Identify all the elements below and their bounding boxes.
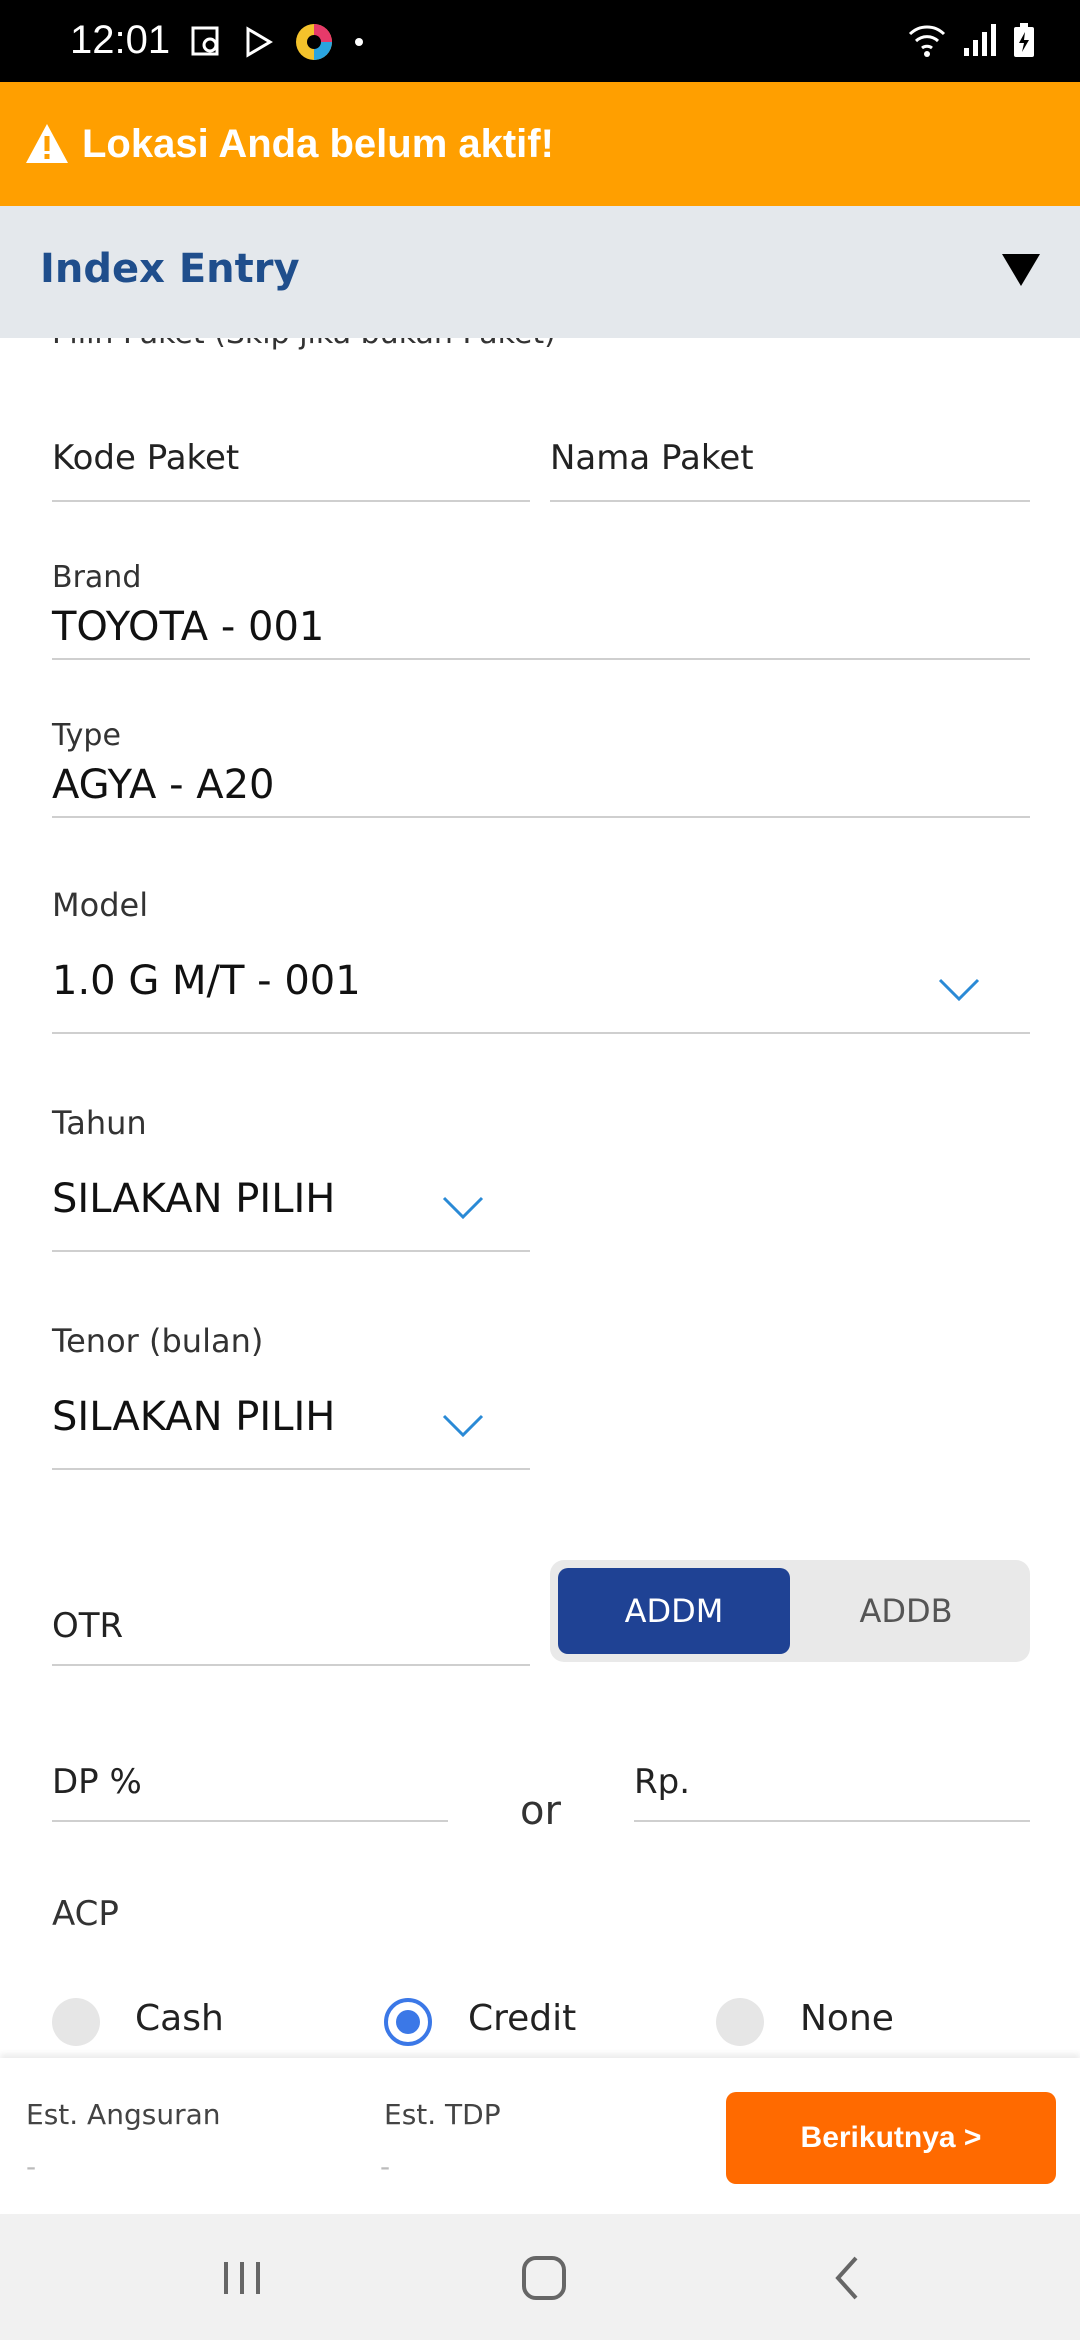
status-time: 12:01 xyxy=(70,18,171,62)
type-value: AGYA - A20 xyxy=(52,762,275,808)
rp-placeholder: Rp. xyxy=(634,1762,691,1802)
addm-option[interactable]: ADDM xyxy=(558,1568,790,1654)
est-tdp-value: - xyxy=(380,2150,391,2183)
acp-cash-label[interactable]: Cash xyxy=(135,1998,224,2039)
tahun-value: SILAKAN PILIH xyxy=(52,1176,336,1222)
next-button[interactable]: Berikutnya > xyxy=(726,2092,1056,2184)
addm-addb-toggle[interactable]: ADDM ADDB xyxy=(550,1560,1030,1662)
location-warning-banner: Lokasi Anda belum aktif! xyxy=(0,82,1080,206)
signal-icon xyxy=(964,24,996,56)
otr-placeholder: OTR xyxy=(52,1606,124,1646)
brand-value: TOYOTA - 001 xyxy=(52,604,325,650)
wifi-icon xyxy=(908,25,946,57)
form-content: Pilih Paket (Skip jika bukan Paket) Kode… xyxy=(0,338,1080,2058)
warning-icon xyxy=(26,124,68,163)
nama-paket-field[interactable]: Nama Paket xyxy=(550,438,1030,502)
acp-cash-radio[interactable] xyxy=(52,1998,100,2046)
kode-paket-field[interactable]: Kode Paket xyxy=(52,438,530,502)
collapse-triangle-icon[interactable] xyxy=(1000,252,1042,288)
model-dropdown[interactable]: 1.0 G M/T - 001 xyxy=(52,948,1030,1034)
model-value: 1.0 G M/T - 001 xyxy=(52,958,361,1004)
status-bar: 12:01 xyxy=(0,0,1080,82)
index-entry-header[interactable]: Index Entry xyxy=(0,206,1080,338)
tenor-value: SILAKAN PILIH xyxy=(52,1394,336,1440)
acp-credit-label[interactable]: Credit xyxy=(468,1998,576,2039)
acp-label: ACP xyxy=(52,1894,119,1934)
est-angsuran-label: Est. Angsuran xyxy=(26,2098,221,2131)
dp-percent-placeholder: DP % xyxy=(52,1762,142,1802)
back-icon[interactable] xyxy=(820,2250,876,2306)
chevron-down-icon xyxy=(442,1196,484,1220)
nama-paket-placeholder: Nama Paket xyxy=(550,438,754,478)
system-nav-bar xyxy=(0,2214,1080,2340)
tenor-dropdown[interactable]: SILAKAN PILIH xyxy=(52,1384,530,1470)
kode-paket-placeholder: Kode Paket xyxy=(52,438,240,478)
type-label: Type xyxy=(52,718,121,753)
chevron-down-icon xyxy=(442,1414,484,1438)
home-icon[interactable] xyxy=(516,2250,572,2306)
summary-bar: Est. Angsuran - Est. TDP - Berikutnya > xyxy=(0,2058,1080,2214)
battery-icon xyxy=(1014,23,1034,57)
brand-field[interactable]: Brand TOYOTA - 001 xyxy=(52,560,1030,660)
est-angsuran-value: - xyxy=(26,2150,37,2183)
dp-percent-field[interactable]: DP % xyxy=(52,1756,448,1822)
recent-apps-icon[interactable] xyxy=(214,2250,270,2306)
chevron-down-icon xyxy=(938,978,980,1002)
model-label: Model xyxy=(52,886,149,924)
screenshot-icon xyxy=(191,26,219,56)
brand-label: Brand xyxy=(52,560,142,595)
acp-none-label[interactable]: None xyxy=(800,1998,894,2039)
page-title: Index Entry xyxy=(40,246,300,292)
warning-text: Lokasi Anda belum aktif! xyxy=(82,121,554,166)
type-field[interactable]: Type AGYA - A20 xyxy=(52,718,1030,818)
paket-section-label: Pilih Paket (Skip jika bukan Paket) xyxy=(52,338,556,351)
tahun-label: Tahun xyxy=(52,1104,147,1142)
play-store-icon xyxy=(246,26,273,58)
app-icon xyxy=(296,24,332,60)
est-tdp-label: Est. TDP xyxy=(384,2098,501,2131)
dot-icon xyxy=(355,38,363,46)
addb-option[interactable]: ADDB xyxy=(790,1568,1022,1654)
acp-none-radio[interactable] xyxy=(716,1998,764,2046)
tahun-dropdown[interactable]: SILAKAN PILIH xyxy=(52,1166,530,1252)
or-text: or xyxy=(520,1788,561,1834)
rp-field[interactable]: Rp. xyxy=(634,1756,1030,1822)
acp-credit-radio[interactable] xyxy=(384,1998,432,2046)
tenor-label: Tenor (bulan) xyxy=(52,1322,264,1360)
otr-field[interactable]: OTR xyxy=(52,1600,530,1666)
